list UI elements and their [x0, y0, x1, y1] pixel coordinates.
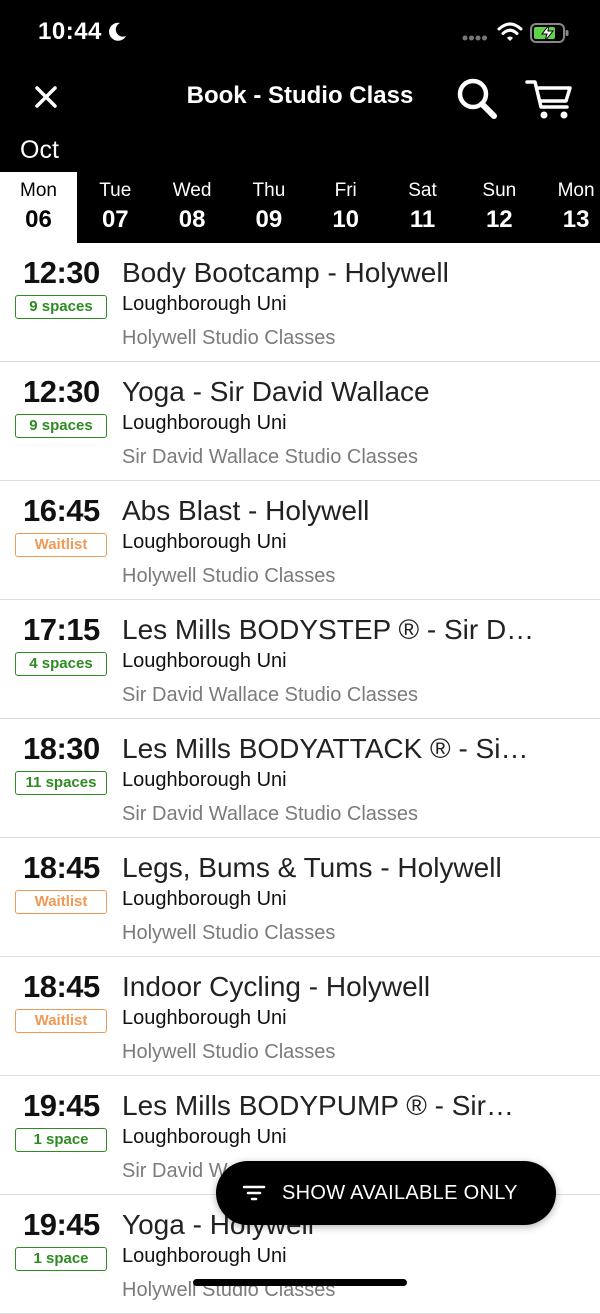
class-location: Loughborough Uni	[122, 769, 287, 791]
class-location: Loughborough Uni	[122, 650, 287, 672]
class-category: Holywell Studio Classes	[122, 565, 336, 587]
day-number: 10	[332, 206, 360, 233]
class-row[interactable]: 18:30 11 spaces Les Mills BODYATTACK ® - S…	[0, 719, 600, 838]
day-name: Wed	[172, 180, 212, 201]
cart-icon	[525, 80, 572, 119]
day-tab[interactable]: Mon 13	[538, 172, 600, 243]
day-number: 06	[25, 206, 52, 233]
day-name: Fri	[334, 180, 357, 201]
day-number: 08	[178, 206, 206, 233]
class-time: 19:45	[23, 1088, 100, 1123]
class-name: Indoor Cycling - Holywell	[122, 971, 431, 1002]
battery-charging-icon	[530, 23, 569, 43]
day-tab[interactable]: Tue 07	[77, 172, 154, 243]
class-name: Les Mills BODYATTACK ® - Si…	[122, 733, 529, 764]
wifi-icon	[497, 22, 523, 41]
availability-badge: 9 spaces	[15, 295, 107, 319]
class-category: Sir David Wallace Studio Classes	[122, 446, 419, 468]
class-location: Loughborough Uni	[122, 531, 287, 553]
day-tab[interactable]: Thu 09	[230, 172, 307, 243]
day-tab[interactable]: Wed 08	[154, 172, 231, 243]
filter-icon	[242, 1185, 266, 1201]
cart-button[interactable]	[524, 74, 576, 122]
day-number: 11	[409, 206, 436, 233]
app-header: Book - Studio Class	[0, 66, 600, 130]
class-time: 16:45	[23, 493, 100, 528]
class-category: Sir David Wallace Studio Classes	[122, 803, 419, 825]
class-category: Holywell Studio Classes	[122, 922, 336, 944]
class-location: Loughborough Uni	[122, 293, 287, 315]
day-tab[interactable]: Sat 11	[384, 172, 461, 243]
day-number: 13	[562, 206, 590, 233]
day-picker: Mon 06 Tue 07 Wed 08 Thu 09 Fri 10 Sat 11 Sun 12 Mon 13	[0, 172, 600, 243]
day-name: Sun	[482, 180, 517, 201]
class-location: Loughborough Uni	[122, 1126, 287, 1148]
moon-icon	[109, 22, 126, 41]
availability-badge: 1 space	[15, 1247, 107, 1271]
class-row[interactable]: 16:45 Waitlist Abs Blast - Holywell Loughbo…	[0, 481, 600, 600]
day-name: Mon	[20, 180, 57, 201]
availability-badge: 1 space	[15, 1128, 107, 1152]
class-time: 18:45	[23, 850, 100, 885]
day-tab[interactable]: Mon 06	[0, 172, 77, 243]
availability-badge: Waitlist	[15, 533, 107, 557]
availability-badge: 4 spaces	[15, 652, 107, 676]
class-list: 12:30 9 spaces Body Bootcamp - Holywell Lou…	[0, 243, 600, 1314]
day-tab[interactable]: Sun 12	[461, 172, 538, 243]
class-category: Holywell Studio Classes	[122, 327, 336, 349]
search-icon	[457, 78, 497, 119]
class-time: 17:15	[23, 612, 100, 647]
availability-badge: 9 spaces	[15, 414, 107, 438]
class-row[interactable]: 18:45 Waitlist Legs, Bums & Tums - Holywel…	[0, 838, 600, 957]
class-name: Les Mills BODYSTEP ® - Sir D…	[122, 614, 535, 645]
class-name: Body Bootcamp - Holywell	[122, 257, 449, 288]
day-name: Thu	[252, 180, 286, 201]
class-category: Holywell Studio Classes	[122, 1041, 336, 1063]
availability-badge: Waitlist	[15, 1009, 107, 1033]
class-category: Sir David Wallace Studio Classes	[122, 684, 419, 706]
day-name: Mon	[557, 180, 595, 201]
availability-badge: Waitlist	[15, 890, 107, 914]
class-time: 19:45	[23, 1207, 100, 1242]
class-row[interactable]: 17:15 4 spaces Les Mills BODYSTEP ® - Sir …	[0, 600, 600, 719]
day-number: 12	[485, 206, 513, 233]
day-name: Tue	[99, 180, 132, 201]
month-row: Oct	[0, 130, 600, 172]
status-bar: 10:44	[0, 0, 600, 66]
day-name: Sat	[408, 180, 437, 201]
class-name: Legs, Bums & Tums - Holywell	[122, 852, 502, 883]
class-location: Loughborough Uni	[122, 412, 287, 434]
filter-label: SHOW AVAILABLE ONLY	[282, 1182, 518, 1204]
class-name: Les Mills BODYPUMP ® - Sir…	[122, 1090, 514, 1121]
class-name: Abs Blast - Holywell	[122, 495, 370, 526]
class-location: Loughborough Uni	[122, 1245, 287, 1267]
class-row[interactable]: 18:45 Waitlist Indoor Cycling - Holywell Lo…	[0, 957, 600, 1076]
class-location: Loughborough Uni	[122, 888, 287, 910]
class-time: 12:30	[23, 374, 100, 409]
page-title: Book - Studio Class	[186, 82, 414, 109]
class-time: 12:30	[23, 255, 100, 290]
cellular-signal-icon	[462, 35, 487, 41]
status-time: 10:44	[38, 18, 102, 45]
class-name: Yoga - Sir David Wallace	[122, 376, 430, 407]
class-row[interactable]: 12:30 9 spaces Yoga - Sir David Wallace Lou…	[0, 362, 600, 481]
availability-badge: 11 spaces	[15, 771, 107, 795]
home-indicator	[193, 1279, 407, 1286]
class-location: Loughborough Uni	[122, 1007, 287, 1029]
day-number: 09	[255, 206, 283, 233]
search-button[interactable]	[452, 74, 500, 122]
class-time: 18:30	[23, 731, 100, 766]
class-time: 18:45	[23, 969, 100, 1004]
day-tab[interactable]: Fri 10	[307, 172, 384, 243]
show-available-only-button[interactable]: SHOW AVAILABLE ONLY	[216, 1161, 556, 1225]
day-number: 07	[101, 206, 129, 233]
month-label: Oct	[20, 136, 59, 164]
class-row[interactable]: 12:30 9 spaces Body Bootcamp - Holywell Lou…	[0, 243, 600, 362]
